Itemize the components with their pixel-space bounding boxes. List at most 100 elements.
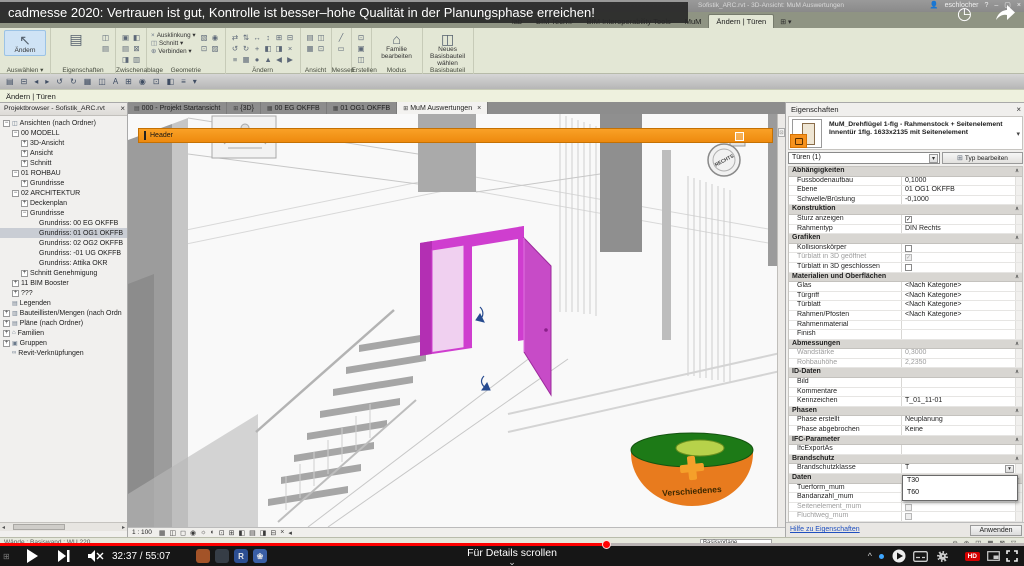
- tool-icon[interactable]: ◫: [100, 32, 111, 43]
- miniplayer-button[interactable]: [987, 546, 1000, 566]
- tree-item[interactable]: ▤Legenden: [0, 298, 127, 308]
- property-value[interactable]: 01 OG1 OKFFB: [901, 186, 1015, 195]
- property-section-Konstruktion[interactable]: Konstruktion∧: [789, 205, 1022, 215]
- tool-icon[interactable]: ▥: [131, 54, 142, 65]
- tool-icon[interactable]: ≡: [230, 54, 241, 65]
- property-section-IFC-Parameter[interactable]: IFC-Parameter∧: [789, 436, 1022, 446]
- watch-later-icon[interactable]: ◷: [957, 4, 972, 24]
- tree-item[interactable]: −Grundrisse: [0, 208, 127, 218]
- project-browser-header[interactable]: × Projektbrowser - Sofistik_ARC.rvt: [0, 103, 127, 116]
- tree-item[interactable]: Grundriss: 02 OG2 OKFFB: [0, 238, 127, 248]
- taskbar-app-icon[interactable]: ❀: [253, 549, 267, 563]
- dropdown-option-T30[interactable]: T30: [903, 476, 1017, 488]
- tool-icon[interactable]: ▲: [263, 54, 274, 65]
- qat-icon[interactable]: ↺: [56, 77, 63, 86]
- view-control-icon[interactable]: ⊞: [229, 529, 235, 537]
- tree-expander-icon[interactable]: −: [21, 210, 28, 217]
- qat-icon[interactable]: ⊟: [21, 77, 28, 86]
- ribbon-menu-item[interactable]: ⊕Verbinden ▾: [151, 48, 196, 55]
- next-button[interactable]: [58, 546, 70, 566]
- checkbox[interactable]: ✓: [905, 216, 912, 223]
- qat-icon[interactable]: ◉: [139, 77, 146, 86]
- view-tab-000 - Projekt Startansicht[interactable]: ▤000 - Projekt Startansicht: [128, 102, 227, 114]
- quality-hd-badge[interactable]: HD: [965, 552, 980, 561]
- checkbox[interactable]: [905, 264, 912, 271]
- tool-icon[interactable]: ▧: [199, 32, 210, 43]
- tool-icon[interactable]: ⇄: [230, 32, 241, 43]
- tool-icon[interactable]: ↔: [252, 32, 263, 43]
- tree-item[interactable]: +▣Gruppen: [0, 338, 127, 348]
- scroll-right-icon[interactable]: ▸: [122, 524, 125, 531]
- taskbar-app-icon[interactable]: [215, 549, 229, 563]
- tool-icon[interactable]: ◫: [316, 32, 327, 43]
- tree-expander-icon[interactable]: +: [21, 160, 28, 167]
- ribbon-button-Familie bearbeiten[interactable]: ⌂Familie bearbeiten: [376, 30, 418, 61]
- property-value[interactable]: [901, 330, 1015, 339]
- tree-item[interactable]: +⌂Familien: [0, 328, 127, 338]
- tree-expander-icon[interactable]: −: [3, 120, 10, 127]
- tool-icon[interactable]: ▦: [241, 54, 252, 65]
- tree-expander-icon[interactable]: +: [12, 280, 19, 287]
- chevron-down-icon[interactable]: ⌄: [467, 559, 557, 565]
- taskbar-app-icon[interactable]: R: [234, 549, 248, 563]
- tool-icon[interactable]: ⊠: [131, 43, 142, 54]
- tree-item[interactable]: −01 ROHBAU: [0, 168, 127, 178]
- view-control-icon[interactable]: ◉: [190, 529, 196, 537]
- property-section-Grafiken[interactable]: Grafiken∧: [789, 234, 1022, 244]
- tool-icon[interactable]: ⊡: [199, 43, 210, 54]
- properties-header[interactable]: × Eigenschaften: [786, 103, 1024, 116]
- tree-expander-icon[interactable]: −: [12, 130, 19, 137]
- property-section-Materialien und Oberflächen[interactable]: Materialien und Oberflächen∧: [789, 273, 1022, 283]
- property-value[interactable]: [901, 512, 1015, 521]
- windows-start-icon[interactable]: ⊞: [3, 552, 10, 561]
- view-scale[interactable]: 1 : 100: [132, 529, 152, 536]
- banner-window-icon[interactable]: [735, 132, 744, 141]
- property-value[interactable]: 0,3000: [901, 349, 1015, 358]
- property-value[interactable]: [901, 445, 1015, 454]
- qat-icon[interactable]: ▾: [193, 77, 197, 86]
- tree-item[interactable]: −00 MODELL: [0, 128, 127, 138]
- tree-item[interactable]: +▤Pläne (nach Ordner): [0, 318, 127, 328]
- tree-expander-icon[interactable]: +: [21, 140, 28, 147]
- close-icon[interactable]: ×: [1016, 105, 1021, 114]
- chevron-down-icon[interactable]: ▾: [1005, 465, 1014, 473]
- tree-item[interactable]: +11 BIM Booster: [0, 278, 127, 288]
- property-section-Brandschutz[interactable]: Brandschutz∧: [789, 455, 1022, 465]
- settings-gear-icon[interactable]: [937, 551, 948, 562]
- taskbar-caret-icon[interactable]: ^: [868, 551, 872, 561]
- tool-icon[interactable]: ◨: [120, 54, 131, 65]
- tree-item[interactable]: Grundriss: -01 UG OKFFB: [0, 248, 127, 258]
- tool-icon[interactable]: ◫: [356, 54, 367, 65]
- ribbon-tab-Ändern | Türen[interactable]: Ändern | Türen: [708, 14, 774, 28]
- tree-item[interactable]: −◫Ansichten (nach Ordner): [0, 118, 127, 128]
- view-tab-01 OG1 OKFFB[interactable]: ▦01 OG1 OKFFB: [327, 102, 397, 114]
- tool-icon[interactable]: ▦: [305, 43, 316, 54]
- tree-item[interactable]: +Ansicht: [0, 148, 127, 158]
- tool-icon[interactable]: ◨: [274, 43, 285, 54]
- tree-item[interactable]: Grundriss: 00 EG OKFFB: [0, 218, 127, 228]
- ribbon-menu-item[interactable]: ◫Schnitt ▾: [151, 40, 196, 47]
- tree-item[interactable]: +3D-Ansicht: [0, 138, 127, 148]
- view-control-icon[interactable]: ◻: [180, 529, 186, 537]
- tool-icon[interactable]: ↺: [230, 43, 241, 54]
- property-value[interactable]: [901, 503, 1015, 512]
- property-value[interactable]: Keine: [901, 426, 1015, 435]
- help-icon[interactable]: ?: [984, 2, 988, 9]
- tool-icon[interactable]: ↻: [241, 43, 252, 54]
- ribbon-button-props[interactable]: ▤: [55, 30, 97, 47]
- ribbon-button-Neues Basisbauteil wählen[interactable]: ◫Neues Basisbauteil wählen: [427, 30, 469, 67]
- close-icon[interactable]: ×: [477, 105, 481, 112]
- view-control-icon[interactable]: ☼: [200, 529, 206, 536]
- property-value[interactable]: 0,1000: [901, 177, 1015, 186]
- chevron-down-icon[interactable]: ▾: [1016, 130, 1020, 138]
- tool-icon[interactable]: ◧: [263, 43, 274, 54]
- tree-expander-icon[interactable]: +: [12, 290, 19, 297]
- property-value[interactable]: T_01_11-01: [901, 397, 1015, 406]
- property-value[interactable]: <Nach Kategorie>: [901, 301, 1015, 310]
- tool-icon[interactable]: ▨: [210, 43, 221, 54]
- schedule-header-banner[interactable]: Header: [138, 128, 773, 143]
- property-value[interactable]: -0,1000: [901, 196, 1015, 205]
- subtitles-button[interactable]: [913, 546, 928, 566]
- property-value[interactable]: ✓: [901, 253, 1015, 262]
- tool-icon[interactable]: +: [252, 43, 263, 54]
